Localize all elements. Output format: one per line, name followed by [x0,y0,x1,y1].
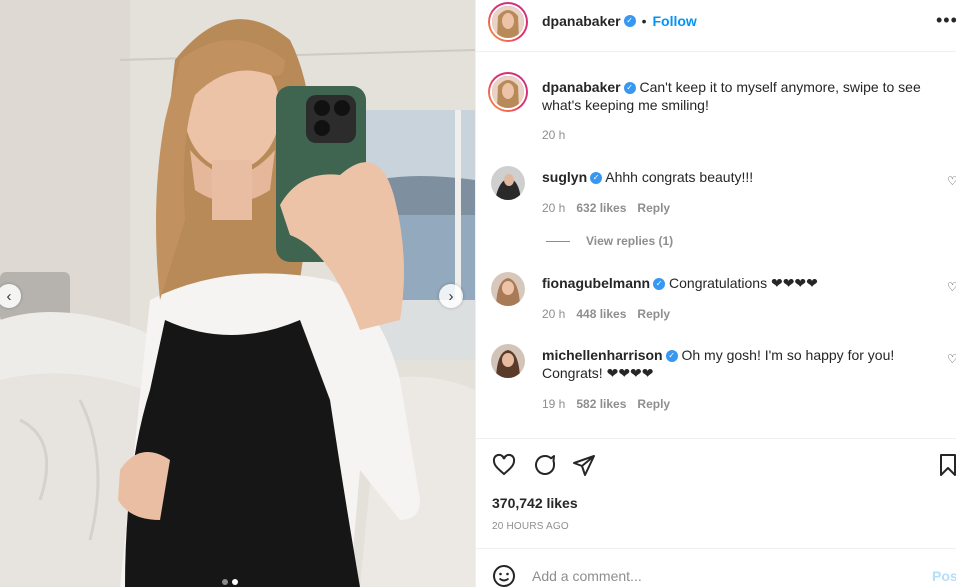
verified-badge-icon: ✓ [665,350,678,363]
slide-dot [222,579,228,585]
chevron-left-icon: ‹ [6,287,12,305]
commenter-avatar[interactable] [491,344,525,378]
follow-button[interactable]: Follow [653,13,697,29]
comment-likes[interactable]: 448 likes [576,307,626,321]
reply-button[interactable]: Reply [637,201,670,215]
post-media[interactable]: ‹ › [0,0,475,587]
comment-username[interactable]: fionagubelmann [542,275,650,291]
comment-likes[interactable]: 632 likes [576,201,626,215]
slide-dot-active [232,579,238,585]
comment-username[interactable]: michellenharrison [542,347,663,363]
comment-meta: 20 h 448 likes Reply [542,307,670,321]
post-actions: 370,742 likes 20 HOURS AGO [476,438,956,548]
comment-username[interactable]: suglyn [542,169,587,185]
post-timestamp[interactable]: 20 HOURS AGO [492,521,569,532]
comment-meta: 19 h 582 likes Reply [542,397,670,411]
next-slide-button[interactable]: › [439,284,463,308]
reply-button[interactable]: Reply [637,397,670,411]
comment-text: Ahhh congrats beauty!!! [605,169,754,185]
likes-count[interactable]: 370,742 likes [492,495,578,511]
post-photo [0,0,475,587]
verified-badge-icon: ✓ [623,82,636,95]
chevron-right-icon: › [448,287,454,305]
slide-indicator [222,579,238,585]
share-icon[interactable] [572,453,596,477]
comment-likes[interactable]: 582 likes [576,397,626,411]
post-header: dpanabaker ✓ • Follow ••• [476,0,956,52]
caption-avatar[interactable] [488,72,528,112]
caption-text-block: dpanabaker ✓ Can't keep it to myself anym… [542,78,956,114]
comment-icon[interactable] [533,453,557,477]
comment-time[interactable]: 20 h [542,307,565,321]
caption-username[interactable]: dpanabaker [542,79,621,95]
view-replies-label: View replies (1) [586,234,674,248]
reply-button[interactable]: Reply [637,307,670,321]
replies-divider [546,240,570,242]
add-comment-input[interactable] [532,568,912,584]
author-username[interactable]: dpanabaker [542,13,621,29]
like-comment-heart-icon[interactable]: ♡ [947,174,956,188]
verified-badge-icon: ✓ [590,172,603,185]
caption-meta: 20 h [542,128,565,142]
header-user: dpanabaker ✓ • Follow [542,13,697,29]
comment-text-block: fionagubelmann ✓ Congratulations ❤❤❤❤ [542,274,956,292]
comment-time[interactable]: 20 h [542,201,565,215]
like-comment-heart-icon[interactable]: ♡ [947,352,956,366]
post-details-panel: dpanabaker ✓ • Follow ••• dpanabaker ✓ Ca… [475,0,956,587]
add-comment-bar: Post [476,548,956,587]
author-avatar[interactable] [488,2,528,42]
like-comment-heart-icon[interactable]: ♡ [947,280,956,294]
commenter-avatar[interactable] [491,166,525,200]
commenter-avatar[interactable] [491,272,525,306]
comment-meta: 20 h 632 likes Reply [542,201,670,215]
more-icon[interactable]: ••• [936,10,956,31]
caption-time[interactable]: 20 h [542,128,565,142]
view-replies-button[interactable]: View replies (1) [546,234,673,248]
verified-badge-icon: ✓ [653,278,666,291]
emoji-icon[interactable] [492,564,516,587]
post-comment-button[interactable]: Post [932,568,956,584]
separator-dot: • [641,13,647,29]
save-bookmark-icon[interactable] [939,453,956,477]
verified-badge-icon: ✓ [623,15,636,27]
comment-text-block: suglyn ✓ Ahhh congrats beauty!!! [542,168,956,186]
comment-text: Congratulations ❤❤❤❤ [669,275,818,291]
comment-text-block: michellenharrison ✓ Oh my gosh! I'm so ha… [542,346,902,382]
like-heart-icon[interactable] [492,453,516,477]
comment-time[interactable]: 19 h [542,397,565,411]
